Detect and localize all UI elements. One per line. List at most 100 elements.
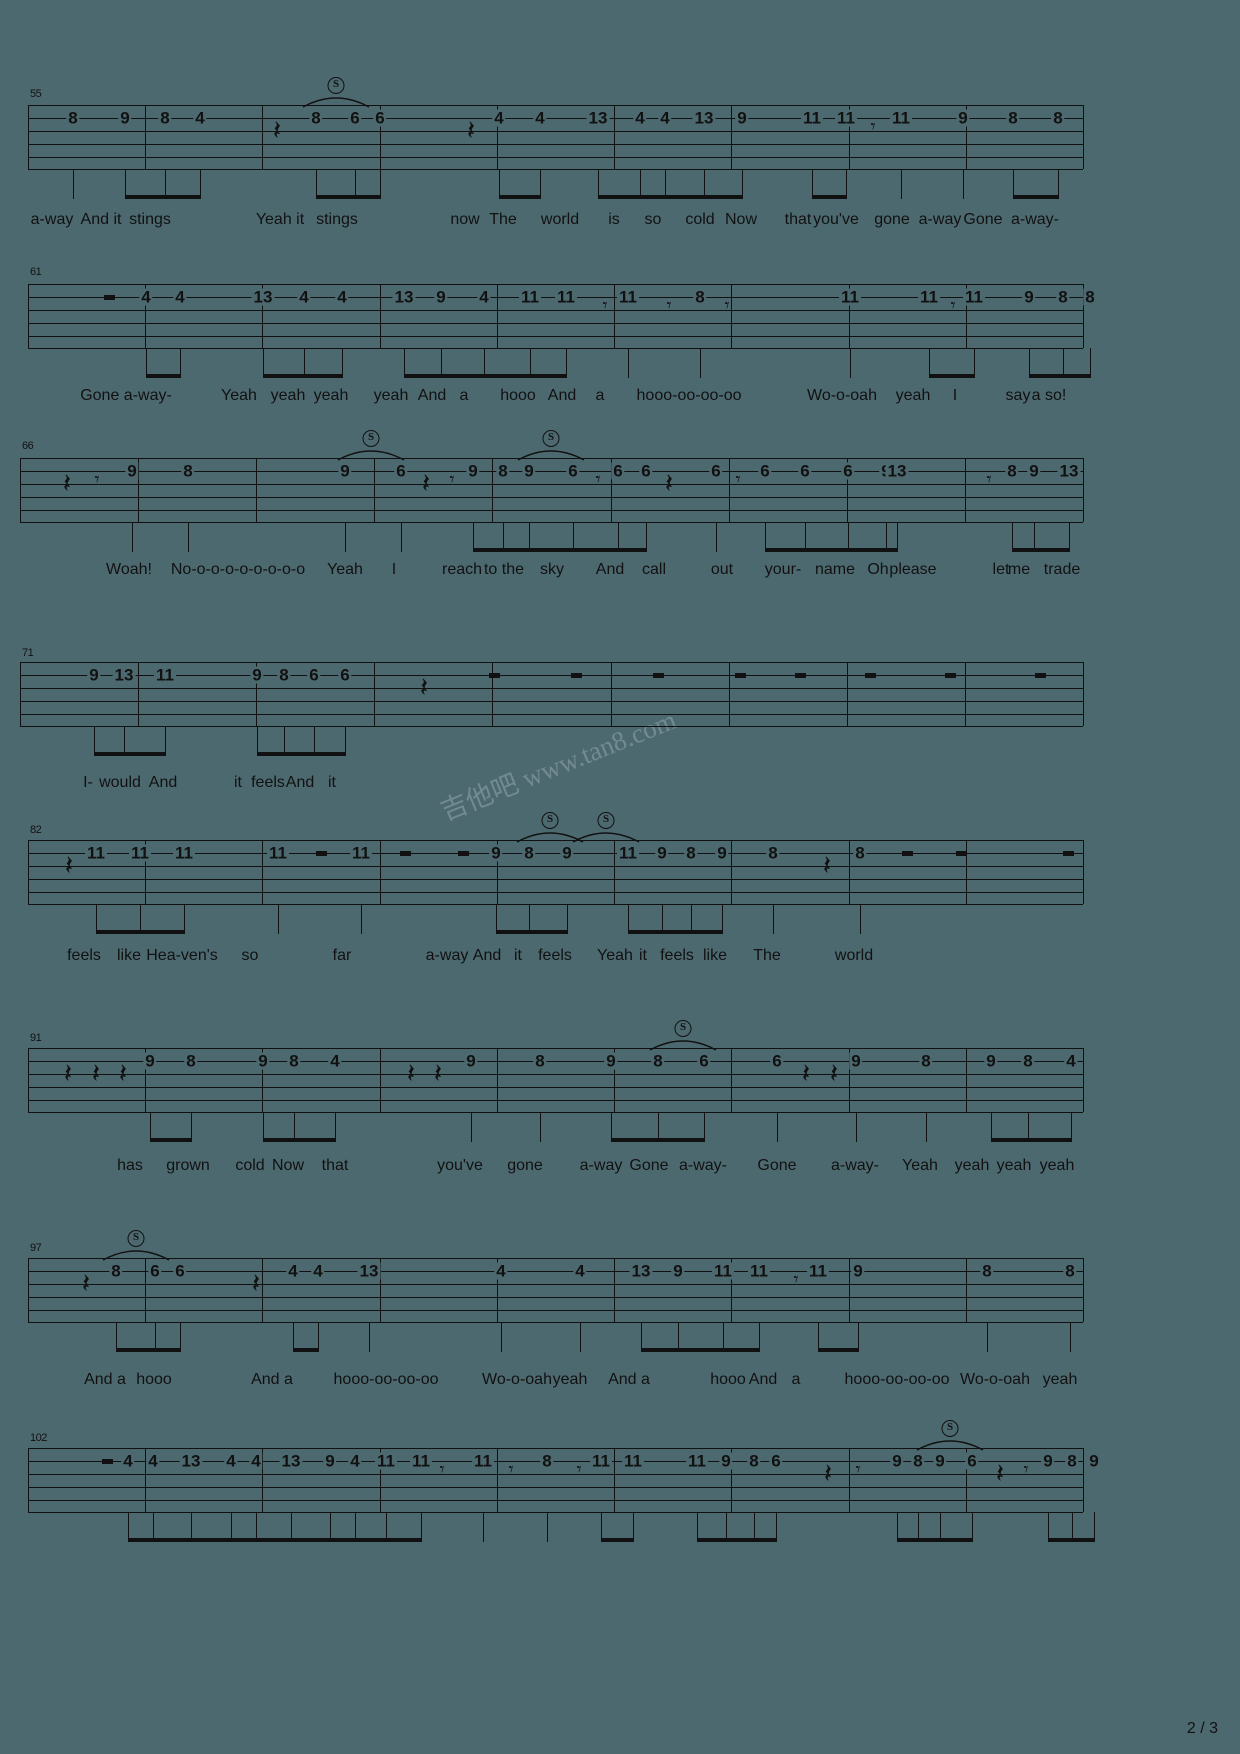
measure-number: 61 xyxy=(30,266,42,278)
barline xyxy=(497,284,498,348)
eighth-rest: 𝄾 xyxy=(94,468,100,491)
fret-number: 9 xyxy=(984,1051,998,1071)
lyric-syllable: a-way- xyxy=(830,1157,880,1174)
fret-number: 9 xyxy=(1022,287,1036,307)
barline xyxy=(256,458,257,522)
tab-string-line xyxy=(28,1310,1083,1311)
note-stem xyxy=(776,1512,777,1542)
measure-number: 97 xyxy=(30,1242,42,1254)
tab-string-line xyxy=(28,879,1083,880)
fret-number: 8 xyxy=(158,108,172,128)
slide-arc xyxy=(516,446,586,462)
fret-number: 11 xyxy=(555,287,577,307)
lyric-syllable: like xyxy=(702,947,728,964)
note-beam xyxy=(611,1138,658,1142)
barline xyxy=(262,840,263,904)
lyric-syllable: hooo xyxy=(136,1371,172,1388)
barline xyxy=(965,662,966,726)
lyric-syllable: you've xyxy=(437,1157,483,1174)
lyric-syllable: Gone xyxy=(757,1157,797,1174)
note-beam xyxy=(484,374,530,378)
note-beam xyxy=(140,930,184,934)
fret-number: 8 xyxy=(1065,1451,1079,1471)
fret-number: 8 xyxy=(277,665,291,685)
barline xyxy=(1083,1258,1084,1322)
fret-number: 9 xyxy=(256,1051,270,1071)
fret-number: 9 xyxy=(118,108,132,128)
note-beam xyxy=(640,195,665,199)
quarter-rest: 𝄽 xyxy=(419,672,429,704)
tab-string-line xyxy=(28,169,1083,170)
note-beam xyxy=(124,752,165,756)
barline xyxy=(138,662,139,726)
barline xyxy=(965,458,966,522)
fret-number: 4 xyxy=(146,1451,160,1471)
lyric-syllable: name xyxy=(814,561,856,578)
fret-number: 8 xyxy=(980,1261,994,1281)
fret-number: 13 xyxy=(629,1261,653,1281)
lyric-syllable: Oh xyxy=(867,561,889,578)
quarter-rest: 𝄽 xyxy=(995,1458,1005,1490)
fret-number: 6 xyxy=(307,665,321,685)
note-beam xyxy=(641,1348,678,1352)
fret-number: 9 xyxy=(434,287,448,307)
lyric-syllable: is xyxy=(608,211,620,228)
note-stem xyxy=(278,904,279,934)
slide-marker-icon: S xyxy=(362,430,380,447)
fret-number: 8 xyxy=(309,108,323,128)
fret-number: 8 xyxy=(693,287,707,307)
note-beam xyxy=(598,195,640,199)
note-beam xyxy=(165,195,200,199)
lyric-line: I-would And it feels And it xyxy=(0,775,1240,797)
fret-number: 11 xyxy=(801,108,823,128)
lyric-syllable: a-way xyxy=(918,211,962,228)
barline xyxy=(729,662,730,726)
fret-number: 4 xyxy=(286,1261,300,1281)
lyric-syllable: your- xyxy=(764,561,802,578)
note-stem xyxy=(471,1112,472,1142)
note-beam xyxy=(473,548,503,552)
fret-number: 11 xyxy=(748,1261,770,1281)
lyric-syllable: And a xyxy=(608,1371,650,1388)
barline xyxy=(492,662,493,726)
fret-number: 8 xyxy=(496,461,510,481)
quarter-rest: 𝄽 xyxy=(91,1058,101,1090)
fret-number: 4 xyxy=(224,1451,238,1471)
tab-stave: 9 8 9 8 4 9 8 9 8 6 6 9 8 9 8 4 𝄽 𝄽 𝄽 𝄽 𝄽 𝄽 𝄽 S xyxy=(28,1020,1084,1142)
note-beam xyxy=(991,1138,1028,1142)
eighth-rest: 𝄾 xyxy=(508,1458,514,1481)
slide-marker-icon: S xyxy=(542,430,560,447)
note-beam xyxy=(256,1538,291,1542)
fret-number: 6 xyxy=(348,108,362,128)
note-stem xyxy=(777,1112,778,1142)
tab-stave: 8 6 6 4 4 13 4 4 13 9 11 11 11 9 8 8 𝄽 𝄽 𝄾 S xyxy=(28,1230,1084,1352)
lyric-syllable: gone xyxy=(874,211,910,228)
fret-number: 9 xyxy=(143,1051,157,1071)
note-stem xyxy=(850,348,851,378)
fret-number: 11 xyxy=(410,1451,432,1471)
tab-string-line xyxy=(28,1512,1083,1513)
note-beam xyxy=(284,752,314,756)
note-beam xyxy=(96,930,140,934)
lyric-syllable: a xyxy=(459,387,469,404)
lyric-syllable: feels xyxy=(67,947,101,964)
barline xyxy=(1083,1448,1084,1512)
fret-number: 6 xyxy=(709,461,723,481)
measure-number: 55 xyxy=(30,88,42,100)
barline xyxy=(731,1048,732,1112)
barline xyxy=(1083,662,1084,726)
fret-number: 8 xyxy=(747,1451,761,1471)
note-beam xyxy=(191,1538,231,1542)
tab-string-line xyxy=(20,701,1083,702)
whole-rest xyxy=(316,851,327,856)
fret-number: 6 xyxy=(798,461,812,481)
quarter-rest: 𝄽 xyxy=(81,1268,91,1300)
tab-string-line xyxy=(28,105,1083,106)
fret-number: 4 xyxy=(348,1451,362,1471)
tab-string-line xyxy=(28,892,1083,893)
barline xyxy=(614,1258,615,1322)
barline xyxy=(614,105,615,169)
fret-number: 4 xyxy=(658,108,672,128)
lyric-syllable: yeah xyxy=(996,1157,1032,1174)
barline xyxy=(1083,458,1084,522)
